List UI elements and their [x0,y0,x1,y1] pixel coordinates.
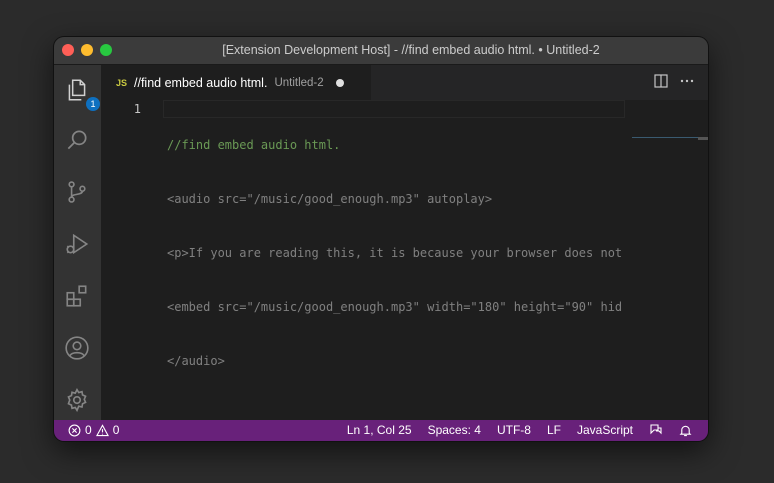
end-of-line[interactable]: LF [547,423,561,437]
minimap[interactable] [632,137,698,138]
minimize-window-button[interactable] [81,44,93,56]
javascript-file-icon: JS [116,77,128,88]
run-debug-button[interactable] [62,229,92,259]
explorer-badge: 1 [86,97,100,111]
line-number-gutter: 1 [101,100,161,420]
manage-button[interactable] [62,385,92,415]
extensions-icon [66,285,87,307]
account-icon [65,336,89,360]
accounts-button[interactable] [62,333,92,363]
line-number: 1 [133,102,141,116]
code-line: </audio> [167,354,225,368]
tab-title: //find embed audio html. [134,75,268,90]
language-mode[interactable]: JavaScript [577,423,633,437]
source-control-icon [68,181,86,203]
source-control-button[interactable] [62,177,92,207]
extensions-button[interactable] [62,281,92,311]
tab-description: Untitled-2 [274,76,324,89]
activity-bar: 1 [54,65,101,420]
error-icon [68,424,81,437]
encoding[interactable]: UTF-8 [497,423,531,437]
indentation[interactable]: Spaces: 4 [428,423,481,437]
code-line: <p>If you are reading this, it is becaus… [167,246,623,260]
search-icon [67,130,87,150]
editor-area[interactable]: 1 //find embed audio html. <audio src="/… [101,100,708,420]
explorer-button[interactable]: 1 [62,75,100,111]
problems-indicator[interactable]: 0 0 [68,423,119,437]
vertical-scrollbar[interactable] [698,137,708,140]
tab-bar: JS //find embed audio html. Untitled-2 [101,65,708,100]
cursor-position[interactable]: Ln 1, Col 25 [347,423,412,437]
code-line: <audio src="/music/good_enough.mp3" auto… [167,192,493,206]
split-editor-icon[interactable] [654,74,668,88]
status-bar-right: Ln 1, Col 25 Spaces: 4 UTF-8 LF JavaScri… [347,423,692,437]
vscode-window: [Extension Development Host] - //find em… [54,37,708,441]
code-line: <embed src="/music/good_enough.mp3" widt… [167,300,623,314]
files-icon [68,79,86,101]
code-line: //find embed audio html. [167,138,341,152]
maximize-window-button[interactable] [100,44,112,56]
tab-untitled-2[interactable]: JS //find embed audio html. Untitled-2 [101,65,371,100]
window-title: [Extension Development Host] - //find em… [222,43,600,57]
gear-icon [67,388,87,413]
bell-icon[interactable] [679,424,692,437]
feedback-icon[interactable] [649,423,663,437]
search-button[interactable] [62,125,92,155]
unsaved-dot-icon[interactable] [335,78,344,87]
code-content[interactable]: //find embed audio html. <audio src="/mu… [167,100,623,406]
warning-count: 0 [112,423,120,437]
more-actions-icon[interactable] [680,74,694,88]
close-window-button[interactable] [62,44,74,56]
run-debug-icon [66,233,89,255]
error-count: 0 [85,423,92,437]
status-bar: 0 0 Ln 1, Col 25 Spaces: 4 UTF-8 LF Java… [54,420,708,441]
editor-actions [654,74,694,88]
warning-icon [95,423,109,437]
title-bar: [Extension Development Host] - //find em… [54,37,708,65]
